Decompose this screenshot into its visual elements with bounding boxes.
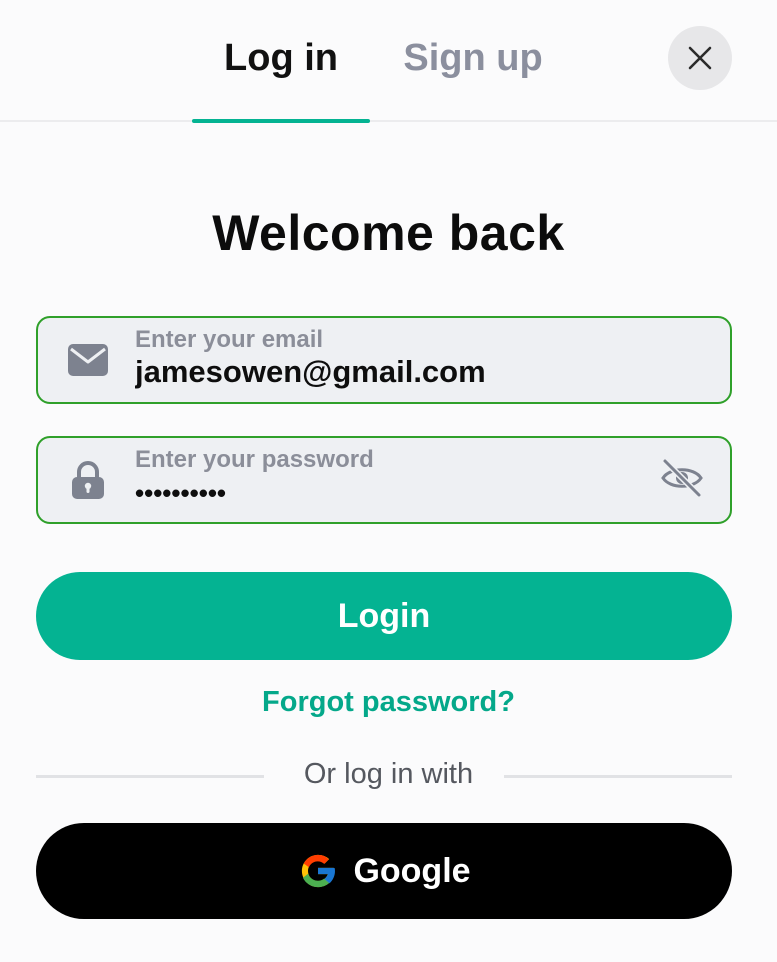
password-input[interactable] <box>135 478 675 509</box>
password-field-label: Enter your password <box>135 446 374 473</box>
eye-off-icon <box>661 458 703 498</box>
lock-icon <box>66 460 110 500</box>
toggle-password-visibility-button[interactable] <box>658 454 706 502</box>
tab-signup[interactable]: Sign up <box>370 0 576 122</box>
email-input[interactable] <box>135 354 675 390</box>
divider-right <box>504 775 732 778</box>
tab-login[interactable]: Log in <box>192 0 370 123</box>
forgot-password-link[interactable]: Forgot password? <box>0 686 777 719</box>
mail-icon <box>66 340 110 380</box>
password-field[interactable]: Enter your password <box>36 436 732 524</box>
login-dialog: Log in Sign up Welcome back Enter your e… <box>0 0 777 962</box>
google-login-button[interactable]: Google <box>36 823 732 919</box>
tab-login-label: Log in <box>224 36 338 79</box>
close-icon <box>688 46 712 70</box>
google-icon <box>297 850 339 892</box>
close-button[interactable] <box>668 26 732 90</box>
tab-signup-label: Sign up <box>403 36 543 79</box>
page-title: Welcome back <box>212 205 565 261</box>
tab-bar: Log in Sign up <box>0 0 777 123</box>
google-button-label: Google <box>353 851 471 890</box>
email-field-label: Enter your email <box>135 326 324 353</box>
login-button[interactable]: Login <box>36 572 732 660</box>
email-field[interactable]: Enter your email <box>36 316 732 404</box>
tabs: Log in Sign up <box>192 0 576 123</box>
